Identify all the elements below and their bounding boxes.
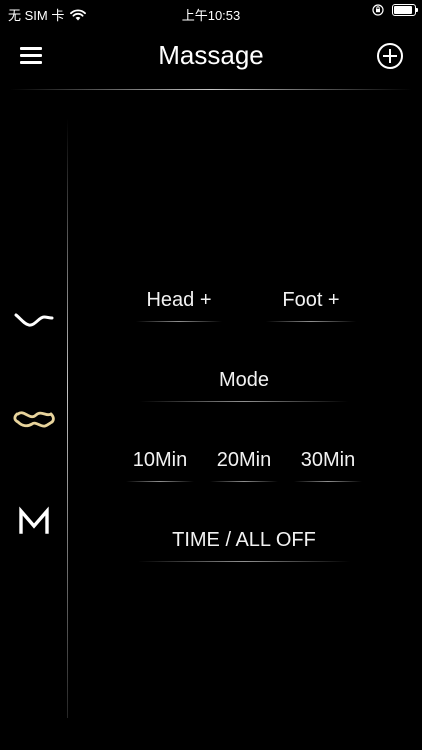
- head-plus-label: Head +: [146, 289, 212, 311]
- foot-plus-label: Foot +: [282, 289, 340, 311]
- letter-m-icon: [19, 506, 49, 534]
- side-nav-item-wave[interactable]: [10, 400, 58, 440]
- head-plus-button[interactable]: Head +: [136, 288, 222, 322]
- mode-label: Mode: [218, 369, 270, 391]
- button-underline: [294, 481, 362, 482]
- recline-curve-icon: [14, 313, 54, 327]
- timer-10min-button[interactable]: 10Min: [126, 448, 194, 482]
- all-off-button[interactable]: TIME / ALL OFF: [138, 528, 350, 562]
- side-nav-item-m[interactable]: [10, 500, 58, 540]
- side-nav-item-recline[interactable]: [10, 300, 58, 340]
- side-nav-divider: [67, 118, 68, 718]
- button-underline: [136, 321, 222, 322]
- button-underline: [138, 561, 350, 562]
- plus-circle-icon[interactable]: [376, 42, 404, 70]
- timer-30min-button[interactable]: 30Min: [294, 448, 362, 482]
- battery-level-fill: [394, 6, 412, 14]
- foot-plus-button[interactable]: Foot +: [266, 288, 356, 322]
- button-underline: [266, 321, 356, 322]
- timer-20min-label: 20Min: [216, 449, 272, 471]
- status-time: 上午10:53: [181, 8, 241, 23]
- mode-button[interactable]: Mode: [140, 368, 348, 402]
- timer-10min-label: 10Min: [132, 449, 188, 471]
- app-header: Massage: [0, 30, 422, 90]
- status-bar: 无 SIM 卡 上午10:53: [0, 0, 422, 24]
- timer-20min-button[interactable]: 20Min: [210, 448, 278, 482]
- all-off-label: TIME / ALL OFF: [172, 529, 316, 551]
- orientation-lock-icon: [372, 4, 384, 16]
- status-right: [372, 4, 418, 16]
- battery-icon: [392, 4, 418, 16]
- header-divider: [10, 89, 412, 90]
- timer-30min-label: 30Min: [300, 449, 356, 471]
- page-title: Massage: [158, 40, 264, 70]
- wave-loop-icon: [13, 411, 55, 428]
- button-underline: [140, 401, 348, 402]
- button-underline: [210, 481, 278, 482]
- button-underline: [126, 481, 194, 482]
